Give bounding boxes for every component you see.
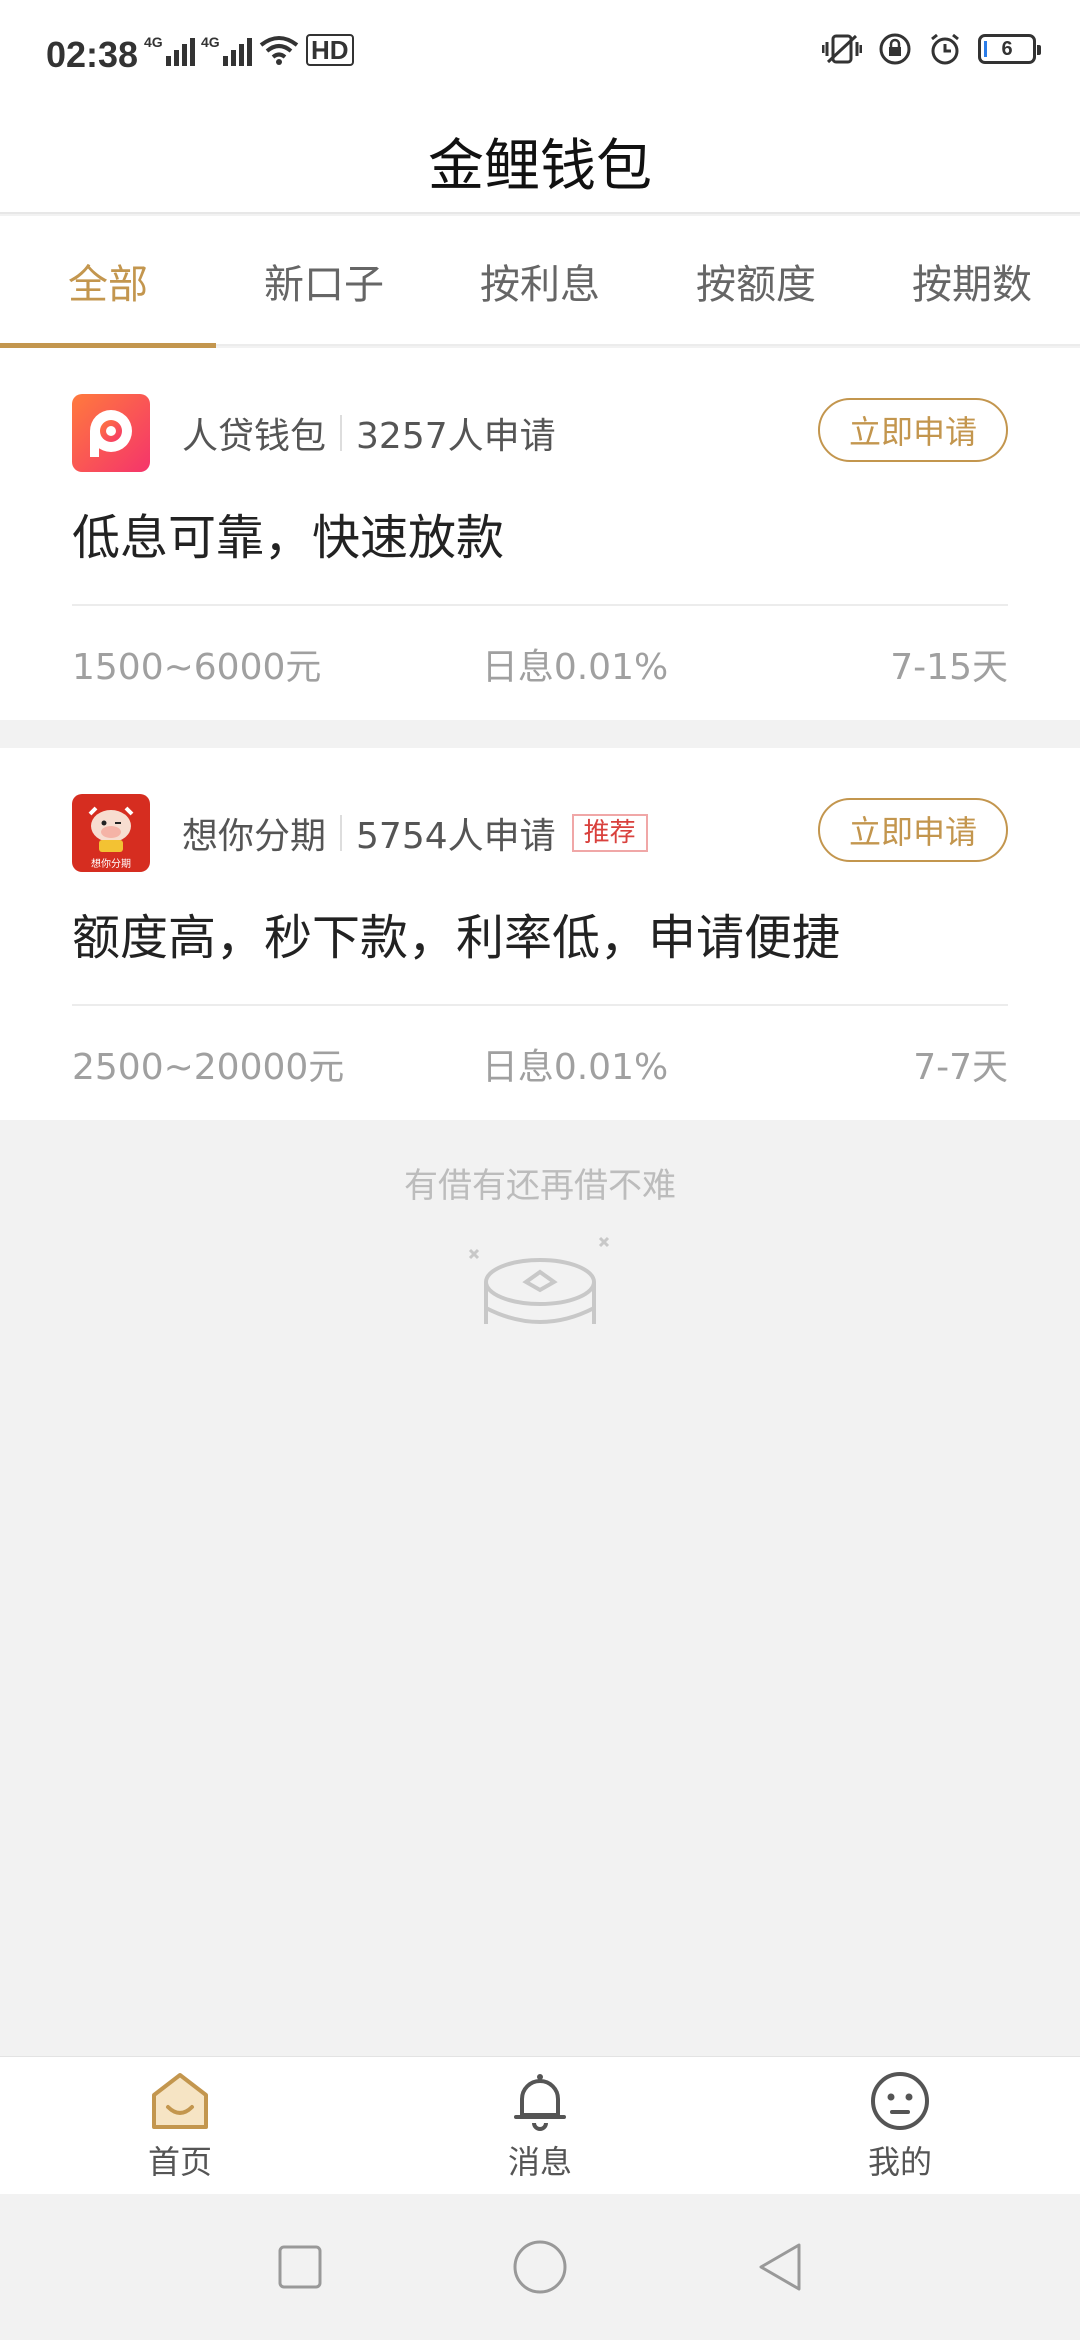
tab-label: 首页 — [147, 2143, 212, 2181]
filter-tabs: 全部 新口子 按利息 按额度 按期数 — [0, 216, 1080, 348]
tab-home[interactable]: 首页 — [0, 2057, 360, 2195]
tab-by-term[interactable]: 按期数 — [864, 216, 1080, 346]
home-icon — [152, 2073, 208, 2129]
square-icon — [278, 2245, 322, 2289]
back-triangle-icon — [759, 2243, 801, 2291]
recommend-badge: 推荐 — [571, 814, 648, 852]
tab-label: 消息 — [507, 2143, 572, 2181]
product-slogan: 低息可靠，快速放款 — [72, 510, 505, 566]
signal-icon: 4G — [144, 34, 195, 66]
divider — [340, 415, 343, 451]
hd-badge: HD — [306, 34, 354, 66]
page-title: 金鲤钱包 — [428, 133, 652, 199]
recent-apps-button[interactable] — [270, 2237, 330, 2297]
loan-term: 7-15天 — [890, 647, 1008, 688]
wifi-icon — [259, 36, 299, 65]
circle-icon — [513, 2240, 567, 2294]
status-bar: 02:38 4G 4G HD 6 — [0, 0, 1080, 110]
face-icon — [871, 2072, 929, 2130]
loan-term: 7-7天 — [913, 1047, 1008, 1088]
loan-rate: 日息0.01% — [481, 1047, 669, 1088]
divider — [72, 1004, 1008, 1006]
battery-level: 6 — [1001, 37, 1013, 60]
product-name: 人贷钱包 — [182, 416, 327, 457]
battery-icon: 6 — [978, 34, 1041, 64]
header: 金鲤钱包 — [0, 110, 1080, 214]
loan-info: 2500~20000元 日息0.01% 7-7天 — [72, 1038, 1008, 1090]
apply-button[interactable]: 立即申请 — [818, 398, 1008, 462]
tab-messages[interactable]: 消息 — [360, 2057, 720, 2195]
network-type-label: 4G — [201, 34, 220, 50]
system-nav-bar — [0, 2194, 1080, 2340]
back-button[interactable] — [750, 2237, 810, 2297]
loan-amount: 1500~6000元 — [72, 647, 322, 688]
tab-mine[interactable]: 我的 — [720, 2057, 1080, 2195]
logo-caption: 想你分期 — [91, 859, 131, 870]
loan-card[interactable]: 想你分期 想你分期 5754人申请 推荐 立即申请 额度高，秒下款，利率低，申请… — [0, 748, 1080, 1120]
tab-label: 我的 — [867, 2143, 932, 2181]
apply-button[interactable]: 立即申请 — [818, 798, 1008, 862]
footer-hint: 有借有还再借不难 — [404, 1166, 676, 1206]
bottom-tab-bar: 首页 消息 我的 — [0, 2056, 1080, 2194]
tab-new[interactable]: 新口子 — [216, 216, 432, 346]
network-type-label: 4G — [144, 34, 163, 50]
rotation-lock-icon — [879, 33, 911, 65]
loan-info: 1500~6000元 日息0.01% 7-15天 — [72, 638, 1008, 690]
tab-by-interest[interactable]: 按利息 — [432, 216, 648, 346]
card-header: 想你分期 5754人申请 推荐 — [182, 808, 648, 858]
apply-count: 3257人申请 — [356, 416, 556, 457]
loan-rate: 日息0.01% — [481, 647, 669, 688]
product-name: 想你分期 — [182, 816, 327, 857]
renDai-logo-icon — [72, 394, 150, 472]
xiangni-logo-icon: 想你分期 — [72, 794, 150, 872]
divider — [72, 604, 1008, 606]
status-time: 02:38 — [46, 34, 139, 75]
status-right-icons: 6 — [822, 32, 1041, 66]
loan-card[interactable]: 人贷钱包 3257人申请 立即申请 低息可靠，快速放款 1500~6000元 日… — [0, 348, 1080, 720]
coin-box-icon — [468, 1236, 610, 1324]
apply-count: 5754人申请 — [356, 816, 556, 857]
card-header: 人贷钱包 3257人申请 — [182, 408, 556, 458]
tab-by-amount[interactable]: 按额度 — [648, 216, 864, 346]
divider — [340, 815, 343, 851]
loan-amount: 2500~20000元 — [72, 1047, 345, 1088]
home-button[interactable] — [510, 2237, 570, 2297]
alarm-icon — [931, 33, 959, 65]
bell-icon — [514, 2074, 566, 2131]
product-slogan: 额度高，秒下款，利率低，申请便捷 — [72, 910, 841, 966]
vibrate-icon — [822, 34, 862, 64]
status-left-icons: 4G 4G HD — [144, 34, 354, 66]
signal-icon: 4G — [201, 34, 252, 66]
tab-all[interactable]: 全部 — [0, 216, 216, 348]
